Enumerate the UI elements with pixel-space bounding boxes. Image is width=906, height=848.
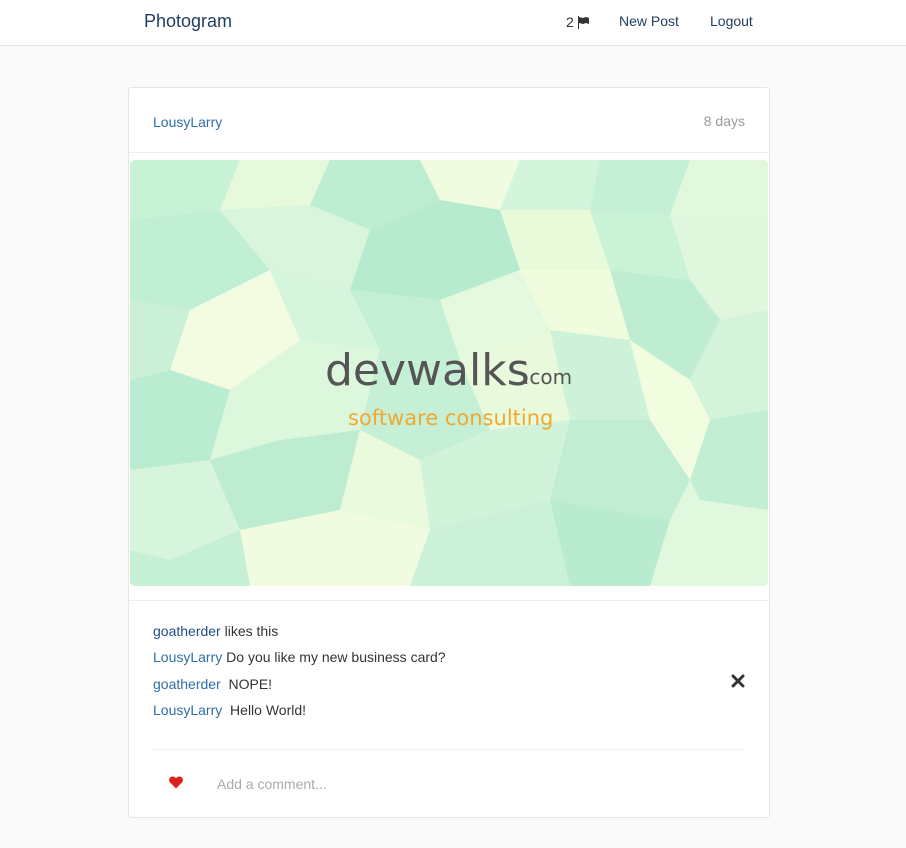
logo-domain: .com [523, 365, 572, 389]
comment-divider [153, 749, 745, 750]
comment-row: goatherder NOPE! [153, 676, 272, 692]
caption-user-link[interactable]: LousyLarry [153, 649, 222, 665]
comment-text: NOPE! [228, 676, 273, 692]
like-user-link[interactable]: goatherder [153, 623, 221, 639]
comment-user-link[interactable]: goatherder [153, 676, 221, 692]
post-photo[interactable]: devwalks .com software consulting [130, 160, 768, 586]
brand-logo[interactable]: Photogram [144, 11, 232, 32]
add-comment-input[interactable] [217, 771, 727, 797]
post-age: 8 days [703, 113, 745, 129]
comment-row: LousyLarry Hello World! [153, 702, 306, 718]
caption-text: Do you like my new business card? [226, 649, 446, 665]
comment-text: Hello World! [230, 702, 307, 718]
new-post-link[interactable]: New Post [619, 13, 679, 29]
delete-comment-icon[interactable] [731, 674, 745, 688]
post-author-link[interactable]: LousyLarry [153, 114, 222, 130]
notification-count: 2 [566, 14, 574, 30]
flag-icon [578, 16, 589, 24]
photo-divider [129, 600, 769, 601]
business-card-image: devwalks .com software consulting [130, 160, 768, 586]
likes-text: likes this [224, 623, 279, 639]
logo-word: devwalks [325, 345, 530, 396]
logo-tagline: software consulting [348, 406, 553, 430]
post-card: LousyLarry 8 days devwalks .com software… [128, 87, 770, 818]
logout-link[interactable]: Logout [710, 13, 753, 29]
post-header: LousyLarry 8 days [129, 88, 769, 153]
heart-icon[interactable] [169, 776, 183, 789]
top-navbar: Photogram 2 New Post Logout [0, 0, 906, 46]
comment-user-link[interactable]: LousyLarry [153, 702, 222, 718]
notifications-link[interactable]: 2 [566, 14, 589, 30]
caption-line: LousyLarry Do you like my new business c… [153, 649, 446, 665]
likes-line: goatherder likes this [153, 623, 278, 639]
